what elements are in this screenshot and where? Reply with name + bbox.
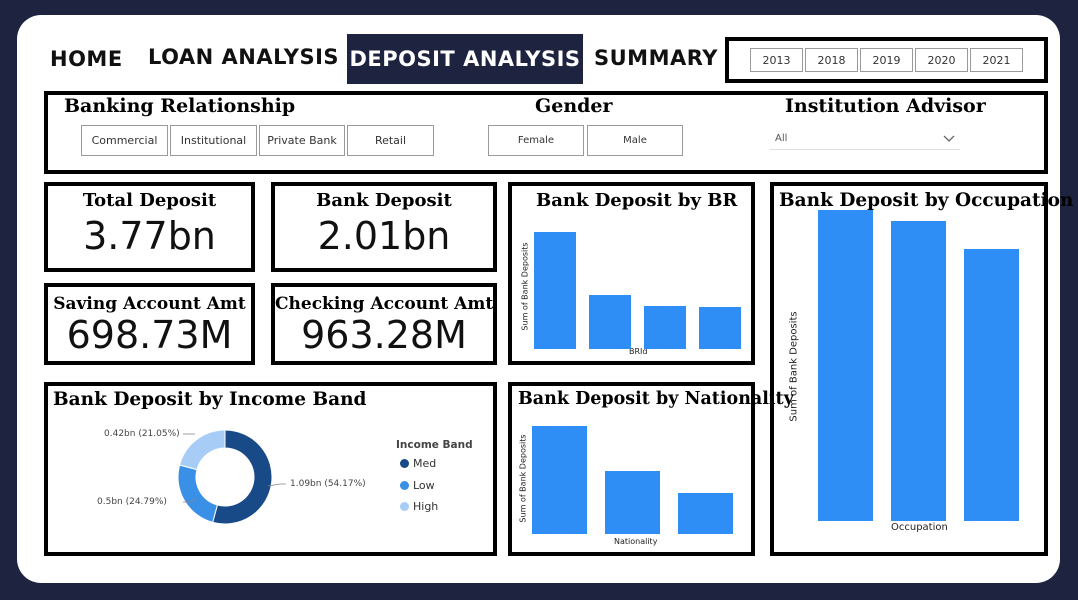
br-bar-3[interactable] [644,306,686,349]
nav-summary[interactable]: SUMMARY [594,46,718,70]
chart-br-title: Bank Deposit by BR [536,190,738,211]
advisor-selected-value: All [775,133,788,144]
legend-med-swatch [400,459,409,468]
nationality-bar-2[interactable] [605,471,660,534]
kpi-bank-deposit-title: Bank Deposit [316,190,452,211]
nav-loan-analysis[interactable]: LOAN ANALYSIS [148,45,339,69]
chevron-down-icon [943,135,955,142]
nav-deposit-analysis[interactable]: DEPOSIT ANALYSIS [347,34,583,84]
kpi-saving-account: Saving Account Amt 698.73M [44,283,255,365]
advisor-dropdown[interactable]: All [770,128,960,150]
year-button-2021[interactable]: 2021 [970,48,1023,72]
kpi-saving-value: 698.73M [66,313,233,357]
gender-title: Gender [535,95,613,117]
br-option-institutional[interactable]: Institutional [170,125,257,156]
income-legend-title: Income Band [396,439,473,451]
chart-by-occupation: Bank Deposit by Occupation Sum of Bank D… [770,182,1073,556]
chart-by-br: Bank Deposit by BR Sum of Bank Deposits … [508,182,755,365]
kpi-checking-title: Checking Account Amt [275,294,494,314]
chart-nationality-plot [532,426,742,534]
legend-item-high[interactable]: High [400,500,438,513]
br-option-private-bank[interactable]: Private Bank [259,125,345,156]
kpi-checking-account: Checking Account Amt 963.28M [271,283,497,365]
nationality-bar-1[interactable] [532,426,587,534]
chart-occupation-title: Bank Deposit by Occupation [779,190,1074,211]
kpi-total-deposit: Total Deposit 3.77bn [44,182,255,272]
chart-nationality-title: Bank Deposit by Nationality [518,389,794,409]
br-option-retail[interactable]: Retail [347,125,434,156]
legend-high-swatch [400,502,409,511]
br-bar-2[interactable] [589,295,631,349]
occupation-bar-3[interactable] [964,249,1019,521]
kpi-bank-deposit-value: 2.01bn [317,214,451,258]
year-button-2018[interactable]: 2018 [805,48,858,72]
nationality-bar-3[interactable] [678,493,733,534]
legend-low-label: Low [413,479,435,492]
gender-option-female[interactable]: Female [488,125,584,156]
kpi-checking-value: 963.28M [301,313,467,357]
chart-occupation-xlabel: Occupation [891,522,948,533]
br-bar-4[interactable] [699,307,741,349]
occupation-bar-1[interactable] [818,210,873,521]
chart-by-nationality: Bank Deposit by Nationality Sum of Bank … [508,382,794,556]
chart-nationality-ylabel: Sum of Bank Deposits [518,434,528,523]
institution-advisor-title: Institution Advisor [785,95,986,117]
year-button-2013[interactable]: 2013 [750,48,803,72]
nav-home[interactable]: HOME [50,47,123,71]
chart-br-plot [534,232,744,349]
chart-by-income-band: Bank Deposit by Income Band 0.42bn (21.0… [44,382,497,556]
chart-br-ylabel: Sum of Bank Deposits [520,242,530,331]
br-bar-1[interactable] [534,232,576,349]
legend-med-label: Med [413,457,437,470]
banking-relationship-title: Banking Relationship [64,95,296,117]
chart-nationality-xlabel: Nationality [614,537,658,546]
br-option-commercial[interactable]: Commercial [81,125,168,156]
kpi-total-deposit-value: 3.77bn [83,214,216,258]
year-button-2019[interactable]: 2019 [860,48,913,72]
legend-high-label: High [413,500,439,513]
donut-leader-lines [183,433,286,503]
legend-item-med[interactable]: Med [400,457,436,470]
legend-item-low[interactable]: Low [400,479,435,492]
kpi-bank-deposit: Bank Deposit 2.01bn [271,182,497,272]
legend-low-swatch [400,481,409,490]
kpi-total-deposit-title: Total Deposit [82,190,217,211]
gender-option-male[interactable]: Male [587,125,683,156]
occupation-bar-2[interactable] [891,221,946,521]
chart-occupation-plot [818,210,1028,521]
kpi-saving-title: Saving Account Amt [53,294,246,314]
year-button-2020[interactable]: 2020 [915,48,968,72]
